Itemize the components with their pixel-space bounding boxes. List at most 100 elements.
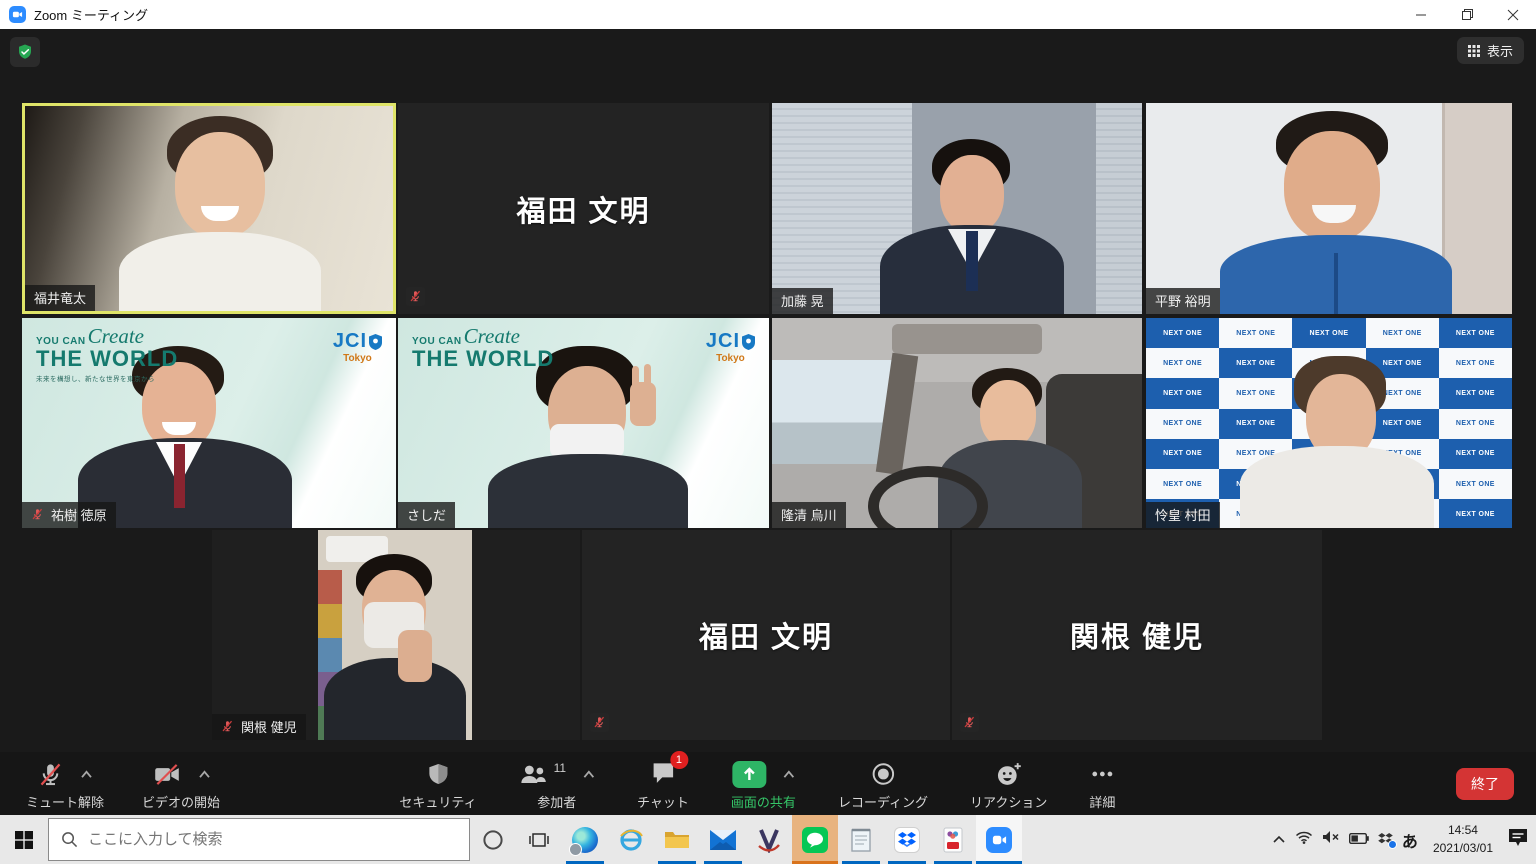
share-options-caret[interactable] [782,770,795,779]
muted-mic-icon [37,761,64,788]
participant-tile[interactable]: 隆清 烏川 [772,318,1142,528]
tie [966,231,978,291]
unmute-button[interactable]: ミュート解除 [26,759,104,811]
task-view-button[interactable] [516,815,562,864]
close-button[interactable] [1490,0,1536,29]
chat-button[interactable]: 1 チャット [637,759,689,811]
more-dots-icon [1089,761,1115,787]
video-options-caret[interactable] [198,770,211,779]
grid-icon [1468,45,1480,57]
taskbar-app-dropbox[interactable] [884,815,930,864]
security-label: セキュリティ [399,792,476,811]
share-screen-button[interactable]: 画面の共有 [731,759,796,811]
view-button[interactable]: 表示 [1457,37,1524,64]
taskbar-app-explorer[interactable] [654,815,700,864]
participant-tile[interactable]: NEXT ONENEXT ONENEXT ONENEXT ONENEXT ONE… [1146,318,1512,528]
participant-tile[interactable]: 関根 健児 [952,530,1322,740]
person-figure [1146,318,1512,528]
wifi-icon[interactable] [1295,830,1313,849]
zoom-meeting-window: Zoom ミーティング 表示 福井竜太 福 [0,0,1536,864]
minimize-button[interactable] [1398,0,1444,29]
participant-tile[interactable]: 加藤 晃 [772,103,1142,314]
dropbox-tray-icon[interactable] [1378,833,1393,846]
participant-name: 祐樹 徳原 [51,505,107,524]
participant-name: 怜皇 村田 [1155,505,1211,524]
taskbar-app-line[interactable] [792,815,838,864]
mic-options-caret[interactable] [80,770,93,779]
reactions-button[interactable]: リアクション [970,759,1047,811]
participant-name-tag: 隆清 烏川 [772,502,846,528]
participant-tile[interactable]: 平野 裕明 [1146,103,1512,314]
participant-name: 福井竜太 [34,288,86,307]
taskbar-app-v[interactable] [746,815,792,864]
search-input[interactable] [88,831,428,848]
taskbar-app-zoom[interactable] [976,815,1022,864]
share-screen-icon [732,761,766,788]
torso [488,454,688,528]
participants-caret[interactable] [582,770,595,779]
participant-name: 関根 健児 [241,717,297,736]
cortana-icon [482,829,504,851]
jci-create-text: Create [88,326,144,347]
participant-name: 平野 裕明 [1155,291,1211,310]
cortana-button[interactable] [470,815,516,864]
share-screen-label: 画面の共有 [731,792,796,811]
volume-muted-icon[interactable] [1322,830,1340,849]
security-button[interactable]: セキュリティ [399,759,476,811]
chat-label: チャット [637,792,689,811]
taskbar-app-pdf[interactable] [930,815,976,864]
muted-mic-icon [960,713,979,732]
security-shield-badge[interactable] [10,37,40,67]
hidden-icons-chevron[interactable] [1272,831,1286,849]
internet-explorer-icon [618,827,644,853]
torso [324,658,466,740]
participant-tile[interactable]: 福井竜太 [22,103,396,314]
shield-icon [426,761,450,787]
chat-badge: 1 [670,751,688,769]
start-video-button[interactable]: ビデオの開始 [142,759,220,811]
record-button[interactable]: レコーディング [838,759,928,811]
end-meeting-button[interactable]: 終了 [1456,768,1514,800]
face [940,155,1004,233]
finger [632,366,639,388]
more-button[interactable]: 詳細 [1089,759,1115,811]
muted-mic-icon [590,713,609,732]
title-bar: Zoom ミーティング [0,0,1536,29]
taskbar-app-mail[interactable] [700,815,746,864]
notepad-icon [850,827,872,853]
shield-check-icon [16,43,34,61]
taskbar-app-ie[interactable] [608,815,654,864]
battery-icon[interactable] [1349,831,1369,849]
restore-button[interactable] [1444,0,1490,29]
jci-shield-icon [742,334,755,350]
participant-tile[interactable]: YOU CANCreate THE WORLD 未来を構想し、新たな世界を東京か… [22,318,396,528]
person-figure [25,106,393,311]
person-figure [772,318,1142,528]
task-view-icon [529,830,549,850]
taskbar-search[interactable] [48,818,470,861]
ime-indicator[interactable]: あ [1402,828,1418,852]
pdf-viewer-icon [942,827,964,853]
participants-icon [519,761,549,787]
action-center-icon[interactable] [1508,828,1528,852]
zoom-app-icon [9,6,26,23]
participant-center-name: 関根 健児 [952,530,1322,740]
taskbar-clock[interactable]: 14:54 2021/03/01 [1427,822,1499,857]
video-off-icon [152,761,182,788]
window-title: Zoom ミーティング [34,5,148,24]
file-explorer-icon [664,829,690,851]
participant-tile[interactable]: YOU CANCreate THE WORLD JCI Tokyo さしだ [398,318,769,528]
windows-taskbar: あ 14:54 2021/03/01 [0,815,1536,864]
torso [119,232,321,314]
taskbar-app-edge[interactable] [562,815,608,864]
participant-tile[interactable]: 福田 文明 [582,530,950,740]
taskbar-app-notepad[interactable] [838,815,884,864]
muted-mic-icon [221,720,234,733]
participant-tile[interactable]: 福田 文明 [398,103,769,314]
meeting-toolbar: ミュート解除 ビデオの開始 セキュリティ [0,752,1536,815]
participants-button[interactable]: 11 参加者 [519,759,595,811]
participant-name-tag: 怜皇 村田 [1146,502,1220,528]
participant-tile[interactable]: 関根 健児 [212,530,580,740]
participant-name-tag: 加藤 晃 [772,288,833,314]
start-button[interactable] [0,815,48,864]
